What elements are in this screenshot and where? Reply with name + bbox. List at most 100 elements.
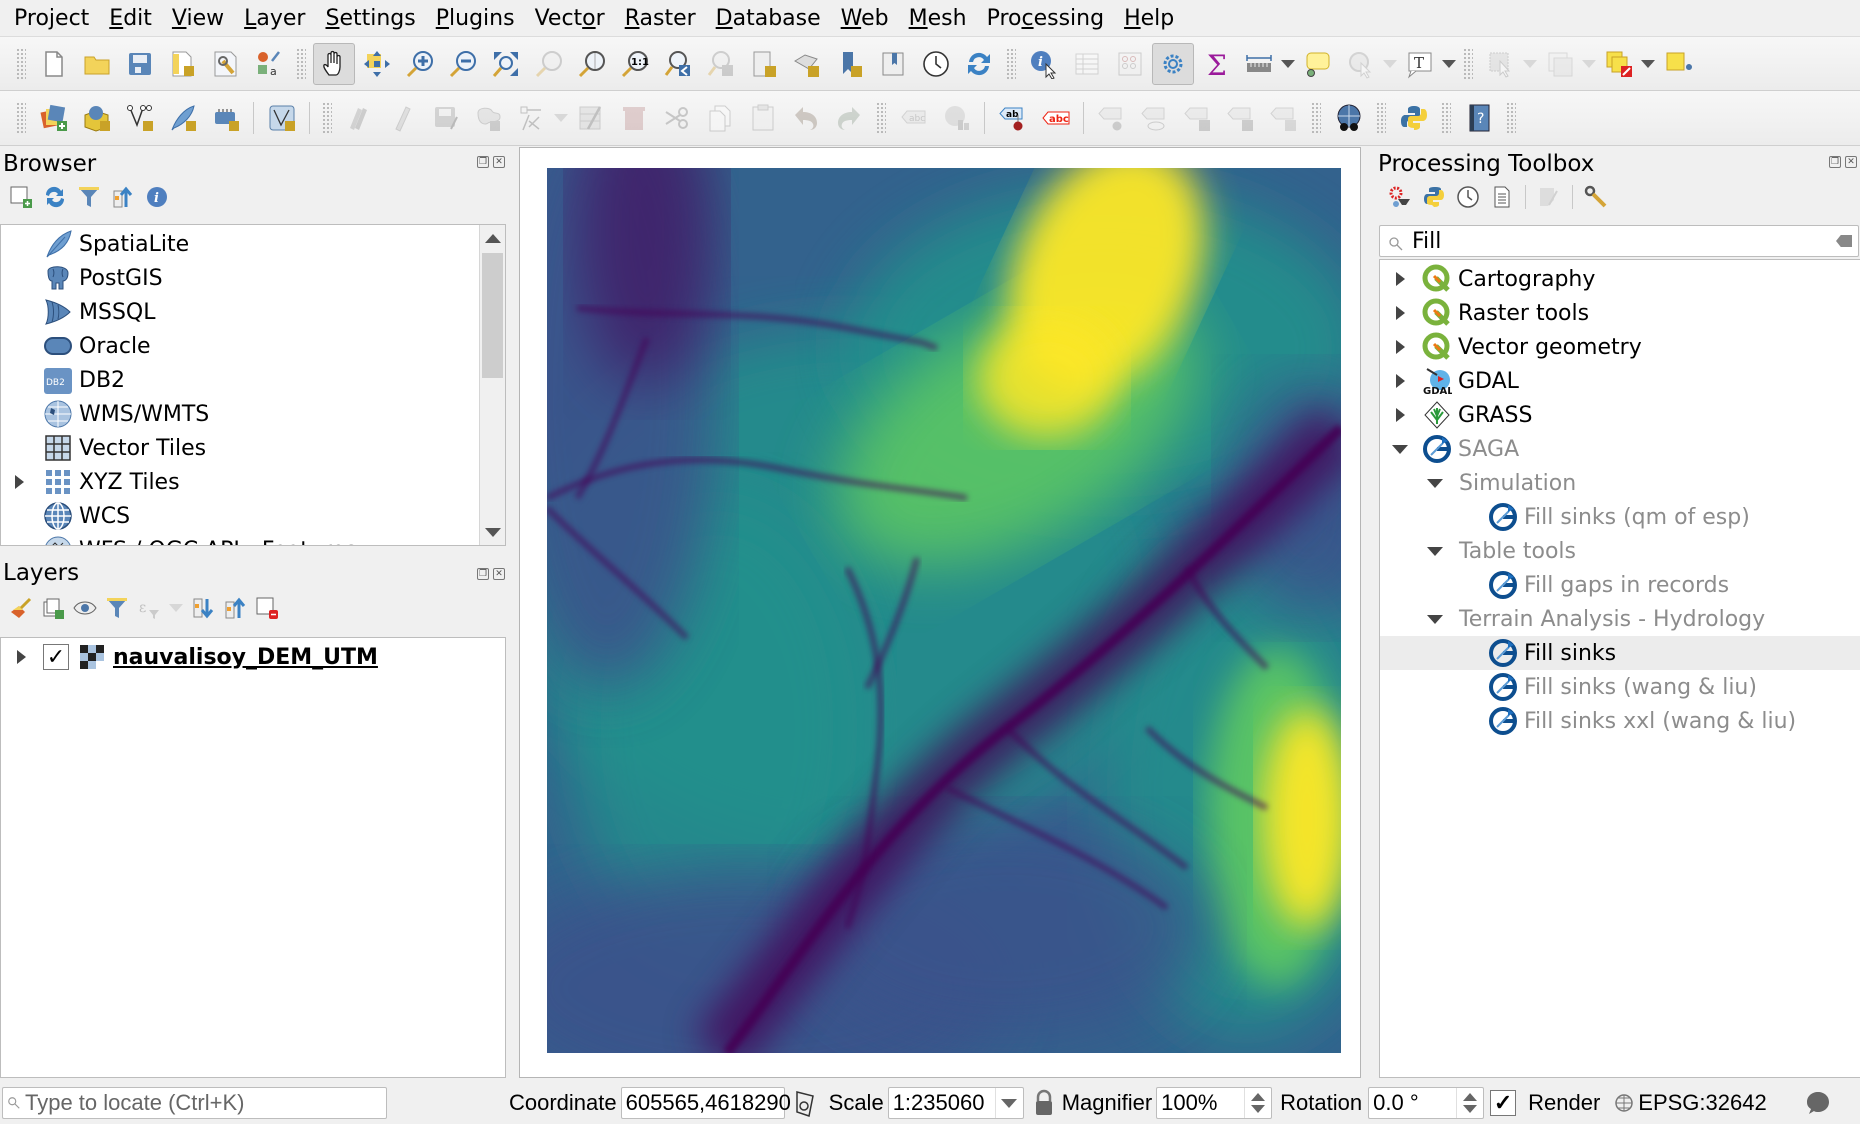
algorithm-item[interactable]: Fill sinks (1380, 636, 1860, 670)
pin-labels-button[interactable]: ab (992, 97, 1034, 139)
menu-help[interactable]: Help (1114, 0, 1184, 37)
pan-to-selection-button[interactable] (356, 43, 398, 85)
expression-dropdown[interactable] (168, 595, 184, 621)
provider-group[interactable]: GRASS (1380, 398, 1860, 432)
layer-styling-button[interactable] (8, 595, 34, 621)
toggle-label-display-button[interactable] (1091, 97, 1133, 139)
open-project-button[interactable] (76, 43, 118, 85)
select-by-location-button[interactable] (1657, 43, 1699, 85)
new-project-button[interactable] (33, 43, 75, 85)
filter-legend-button[interactable] (104, 595, 130, 621)
metasearch-button[interactable] (1328, 97, 1370, 139)
show-hide-labels-button[interactable] (1134, 97, 1176, 139)
provider-group[interactable]: Cartography (1380, 262, 1860, 296)
expand-arrow-icon[interactable] (1390, 340, 1410, 354)
float-dock-icon[interactable]: ❐ (477, 156, 489, 168)
toolbar-grip[interactable] (1311, 102, 1321, 134)
collapse-arrow-icon[interactable] (1425, 614, 1445, 624)
browser-item[interactable]: WFS / OGC API - Features (1, 533, 505, 545)
zoom-native-button[interactable]: 1:1 (614, 43, 656, 85)
browser-item[interactable]: DB2 DB2 (1, 363, 505, 397)
toolbar-grip[interactable] (16, 102, 26, 134)
layout-manager-button[interactable] (205, 43, 247, 85)
scale-combo[interactable]: 1:235060 (887, 1087, 1024, 1119)
layer-visibility-checkbox[interactable]: ✓ (43, 644, 69, 670)
attribute-table-button[interactable] (1066, 43, 1108, 85)
processing-toolbox-button[interactable] (1151, 42, 1194, 85)
expand-all-button[interactable] (190, 595, 216, 621)
provider-group[interactable]: Raster tools (1380, 296, 1860, 330)
expand-arrow-icon[interactable] (1390, 408, 1410, 422)
new-print-layout-button[interactable] (162, 43, 204, 85)
new-bookmark-button[interactable] (829, 43, 871, 85)
cut-button[interactable] (656, 97, 698, 139)
toolbar-grip[interactable] (1006, 47, 1016, 80)
highlight-pinned-labels-button[interactable]: abc (1035, 97, 1077, 139)
digitize-dropdown[interactable] (553, 97, 569, 139)
browser-item[interactable]: SpatiaLite (1, 227, 505, 261)
algorithm-item[interactable]: Fill sinks (qm of esp) (1380, 500, 1860, 534)
toggle-extents-icon[interactable] (791, 1088, 819, 1118)
select-dropdown[interactable] (1522, 43, 1538, 85)
help-button[interactable]: ? (1458, 97, 1500, 139)
collapse-all-button[interactable] (222, 595, 248, 621)
save-project-button[interactable] (119, 43, 161, 85)
menu-web[interactable]: Web (831, 0, 899, 37)
crs-label[interactable]: EPSG:32642 (1638, 1090, 1766, 1116)
map-tips-button[interactable] (1297, 43, 1339, 85)
chevron-down-icon[interactable] (994, 1088, 1023, 1118)
search-input[interactable]: Fill (1412, 229, 1441, 254)
new-map-view-button[interactable] (743, 43, 785, 85)
menu-layer[interactable]: Layer (234, 0, 315, 37)
menu-raster[interactable]: Raster (615, 0, 706, 37)
expand-arrow-icon[interactable] (1390, 272, 1410, 286)
zoom-to-layer-button[interactable] (571, 43, 613, 85)
new-mesh-layer-button[interactable] (261, 97, 303, 139)
collapse-arrow-icon[interactable] (1390, 444, 1410, 454)
expand-arrow-icon[interactable] (9, 475, 29, 489)
menu-settings[interactable]: Settings (315, 0, 425, 37)
python-console-button[interactable] (1393, 97, 1435, 139)
options-button[interactable] (1583, 184, 1609, 210)
rotation-spinbox[interactable]: 0.0 ° (1368, 1087, 1485, 1119)
new-3d-map-view-button[interactable] (786, 43, 828, 85)
current-edits-button[interactable] (339, 97, 381, 139)
new-geopackage-button[interactable] (76, 97, 118, 139)
clear-search-icon[interactable] (1836, 235, 1852, 247)
modify-attributes-button[interactable] (570, 97, 612, 139)
toolbar-grip[interactable] (16, 47, 26, 80)
menu-vector[interactable]: Vector (525, 0, 615, 37)
coordinate-field[interactable]: 605565,4618290 (620, 1087, 791, 1119)
provider-group[interactable]: SAGA (1380, 432, 1860, 466)
paste-button[interactable] (742, 97, 784, 139)
edit-features-in-place-button[interactable] (1536, 184, 1562, 210)
zoom-next-button[interactable] (700, 43, 742, 85)
toggle-editing-button[interactable] (382, 97, 424, 139)
select-value-dropdown[interactable] (1581, 43, 1597, 85)
menu-project[interactable]: Project (4, 0, 99, 37)
select-by-value-button[interactable] (1539, 43, 1581, 85)
digitize-button[interactable] (511, 97, 553, 139)
close-dock-icon[interactable]: ✕ (493, 156, 505, 168)
statistical-summary-button[interactable]: Σ (1195, 43, 1237, 85)
data-source-manager-button[interactable] (33, 97, 75, 139)
actions-button[interactable] (1340, 43, 1382, 85)
text-annotation-button[interactable]: T (1399, 43, 1441, 85)
close-dock-icon[interactable]: ✕ (493, 568, 505, 580)
toolbar-grip[interactable] (296, 47, 306, 80)
collapse-arrow-icon[interactable] (1425, 478, 1445, 488)
properties-button[interactable]: i (144, 184, 170, 210)
browser-filter-button[interactable] (76, 184, 102, 210)
collapse-all-button[interactable] (110, 184, 136, 210)
deselect-button[interactable] (1598, 43, 1640, 85)
toolbar-grip[interactable] (322, 102, 332, 134)
actions-dropdown[interactable] (1382, 43, 1398, 85)
new-virtual-layer-button[interactable] (205, 97, 247, 139)
copy-button[interactable] (699, 97, 741, 139)
measure-dropdown[interactable] (1280, 43, 1296, 85)
temporal-controller-button[interactable] (915, 43, 957, 85)
save-edits-button[interactable] (425, 97, 467, 139)
scroll-up-button[interactable] (480, 225, 505, 251)
menu-database[interactable]: Database (706, 0, 831, 37)
redo-button[interactable] (828, 97, 870, 139)
